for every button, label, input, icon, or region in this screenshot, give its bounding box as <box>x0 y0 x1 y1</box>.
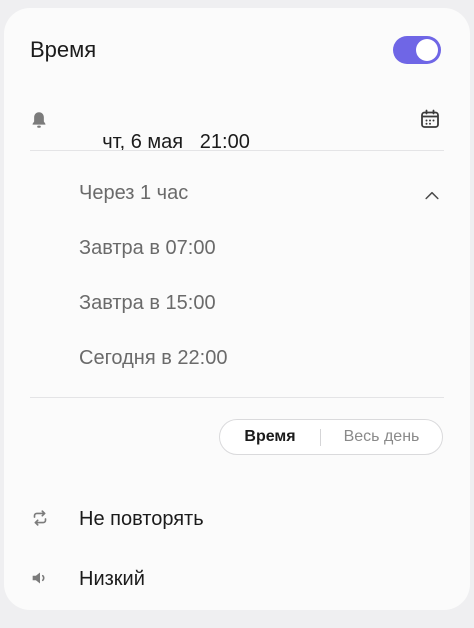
mode-time-button[interactable]: Время <box>220 420 320 454</box>
chevron-up-icon[interactable] <box>422 186 442 206</box>
time-settings-card: Время чт, 6 мая 21:00 Через 1 час Завтра… <box>4 8 470 610</box>
option-in-1-hour[interactable]: Через 1 час <box>79 182 188 205</box>
option-tomorrow-1500[interactable]: Завтра в 15:00 <box>79 292 216 315</box>
mode-all-day-button[interactable]: Весь день <box>321 420 442 454</box>
repeat-icon <box>33 510 47 526</box>
time-toggle[interactable] <box>393 36 441 64</box>
divider <box>30 150 444 151</box>
section-title: Время <box>30 37 97 62</box>
toggle-knob <box>416 39 438 61</box>
reminder-datetime[interactable]: чт, 6 мая 21:00 <box>80 108 250 177</box>
divider <box>30 397 444 398</box>
volume-icon <box>32 572 45 584</box>
bell-icon <box>32 112 46 128</box>
priority-setting[interactable]: Низкий <box>79 568 145 591</box>
calendar-icon[interactable] <box>418 107 442 131</box>
option-tomorrow-0700[interactable]: Завтра в 07:00 <box>79 237 216 260</box>
repeat-setting[interactable]: Не повторять <box>79 508 204 531</box>
option-today-2200[interactable]: Сегодня в 22:00 <box>79 347 227 370</box>
mode-segmented-control: Время Весь день <box>219 419 443 455</box>
